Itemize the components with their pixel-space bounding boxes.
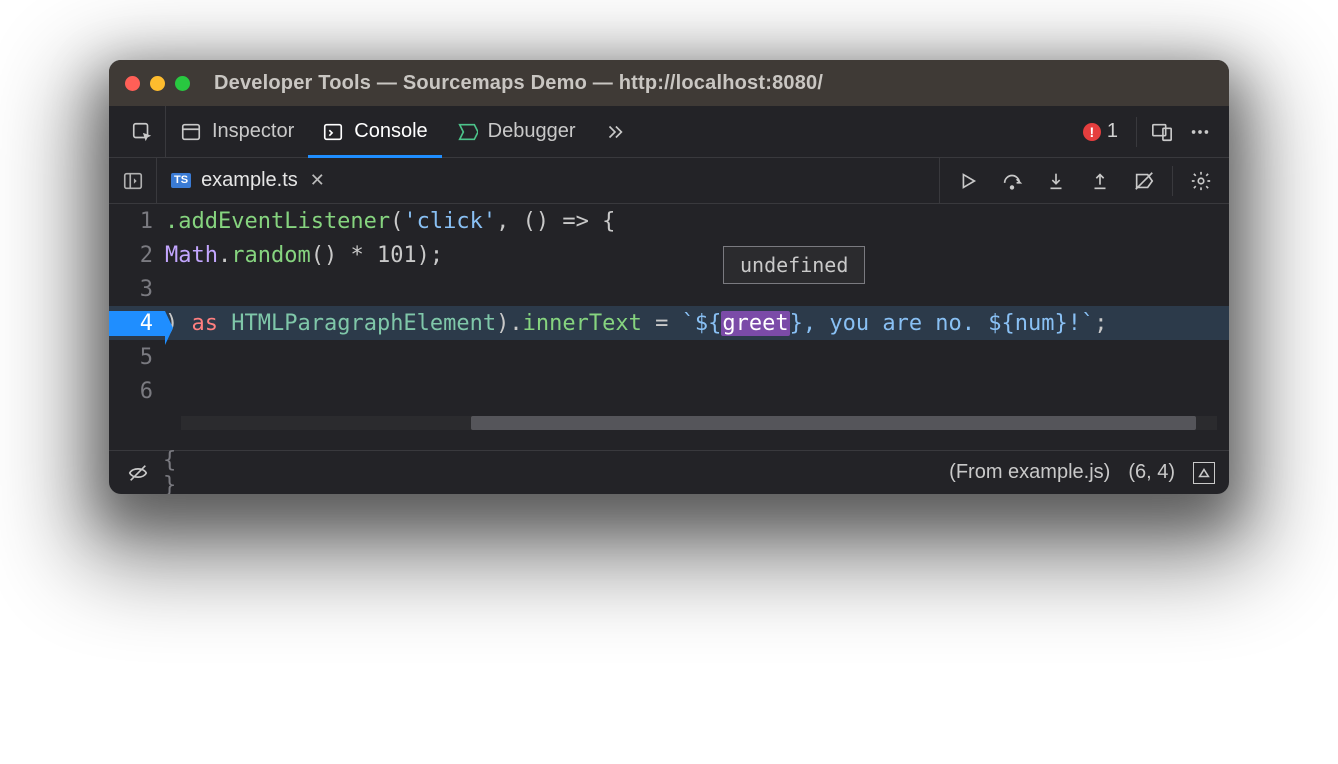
eye-off-icon xyxy=(127,462,149,484)
triangle-up-icon xyxy=(1197,466,1211,480)
window-title: Developer Tools — Sourcemaps Demo — http… xyxy=(214,72,823,95)
panel-toggle-icon xyxy=(122,170,144,192)
braces-icon: { } xyxy=(163,448,193,495)
code-line: 1 .addEventListener('click', () => { xyxy=(109,204,1229,238)
line-number[interactable]: 2 xyxy=(109,243,165,268)
step-over-button[interactable] xyxy=(990,158,1034,203)
play-icon xyxy=(957,170,979,192)
tooltip-text: undefined xyxy=(740,253,848,277)
value-tooltip: undefined xyxy=(723,246,865,284)
scrollbar-thumb[interactable] xyxy=(471,416,1196,430)
source-map-origin: (From example.js) xyxy=(949,461,1110,484)
horizontal-scrollbar[interactable] xyxy=(181,416,1217,430)
line-number[interactable]: 6 xyxy=(109,379,165,404)
file-tab-example[interactable]: TS example.ts ✕ xyxy=(157,158,341,203)
zoom-window-button[interactable] xyxy=(175,76,190,91)
devtools-window: Developer Tools — Sourcemaps Demo — http… xyxy=(109,60,1229,494)
step-out-button[interactable] xyxy=(1078,158,1122,203)
pick-element-button[interactable] xyxy=(119,106,166,157)
line-number-breakpoint[interactable]: 4 xyxy=(109,311,165,336)
debugger-settings-button[interactable] xyxy=(1179,158,1223,203)
tab-debugger-label: Debugger xyxy=(488,120,576,143)
cursor-position: (6, 4) xyxy=(1128,461,1175,484)
tab-inspector-label: Inspector xyxy=(212,120,294,143)
error-icon: ! xyxy=(1083,123,1101,141)
debugger-icon xyxy=(456,121,478,143)
tab-console-label: Console xyxy=(354,120,427,143)
code-editor[interactable]: undefined 1 .addEventListener('click', (… xyxy=(109,204,1229,450)
resume-button[interactable] xyxy=(946,158,990,203)
responsive-mode-button[interactable] xyxy=(1143,106,1181,157)
console-icon xyxy=(322,121,344,143)
step-over-icon xyxy=(1001,170,1023,192)
step-in-icon xyxy=(1045,170,1067,192)
minimize-window-button[interactable] xyxy=(150,76,165,91)
code-line: 2 Math.random() * 101); xyxy=(109,238,1229,272)
code-line-breakpoint: 4 ) as HTMLParagraphElement).innerText =… xyxy=(109,306,1229,340)
tab-inspector[interactable]: Inspector xyxy=(166,106,308,157)
meatballs-icon xyxy=(1189,121,1211,143)
error-count: 1 xyxy=(1107,120,1118,143)
separator xyxy=(1136,117,1137,147)
devices-icon xyxy=(1151,121,1173,143)
step-out-icon xyxy=(1089,170,1111,192)
source-map-toggle[interactable] xyxy=(1193,462,1215,484)
breakpoints-off-icon xyxy=(1133,170,1155,192)
devtools-toolbar: Inspector Console Debugger ! 1 xyxy=(109,106,1229,158)
file-tab-label: example.ts xyxy=(201,169,298,192)
sources-panel-toggle[interactable] xyxy=(109,158,157,203)
window-traffic-lights xyxy=(125,76,190,91)
line-number[interactable]: 1 xyxy=(109,209,165,234)
debug-controls xyxy=(939,158,1229,203)
code-line: 5 xyxy=(109,340,1229,374)
close-tab-button[interactable]: ✕ xyxy=(308,170,327,191)
code-line: 6 xyxy=(109,374,1229,408)
tab-console[interactable]: Console xyxy=(308,106,441,157)
separator xyxy=(1172,166,1173,196)
close-window-button[interactable] xyxy=(125,76,140,91)
error-count-badge[interactable]: ! 1 xyxy=(1071,120,1130,143)
window-titlebar: Developer Tools — Sourcemaps Demo — http… xyxy=(109,60,1229,106)
editor-tabrow: TS example.ts ✕ xyxy=(109,158,1229,204)
tab-debugger[interactable]: Debugger xyxy=(442,106,590,157)
more-tabs-button[interactable] xyxy=(590,106,640,157)
overflow-menu-button[interactable] xyxy=(1181,106,1219,157)
deactivate-breakpoints-button[interactable] xyxy=(1122,158,1166,203)
pick-element-icon xyxy=(131,121,153,143)
inspector-icon xyxy=(180,121,202,143)
gear-icon xyxy=(1190,170,1212,192)
line-number[interactable]: 5 xyxy=(109,345,165,370)
pretty-print-toggle[interactable]: { } xyxy=(163,448,193,495)
code-line: 3 xyxy=(109,272,1229,306)
status-bar: { } (From example.js) (6, 4) xyxy=(109,450,1229,494)
step-in-button[interactable] xyxy=(1034,158,1078,203)
blackbox-toggle[interactable] xyxy=(123,462,153,484)
chevron-double-right-icon xyxy=(604,121,626,143)
typescript-icon: TS xyxy=(171,173,191,188)
line-number[interactable]: 3 xyxy=(109,277,165,302)
